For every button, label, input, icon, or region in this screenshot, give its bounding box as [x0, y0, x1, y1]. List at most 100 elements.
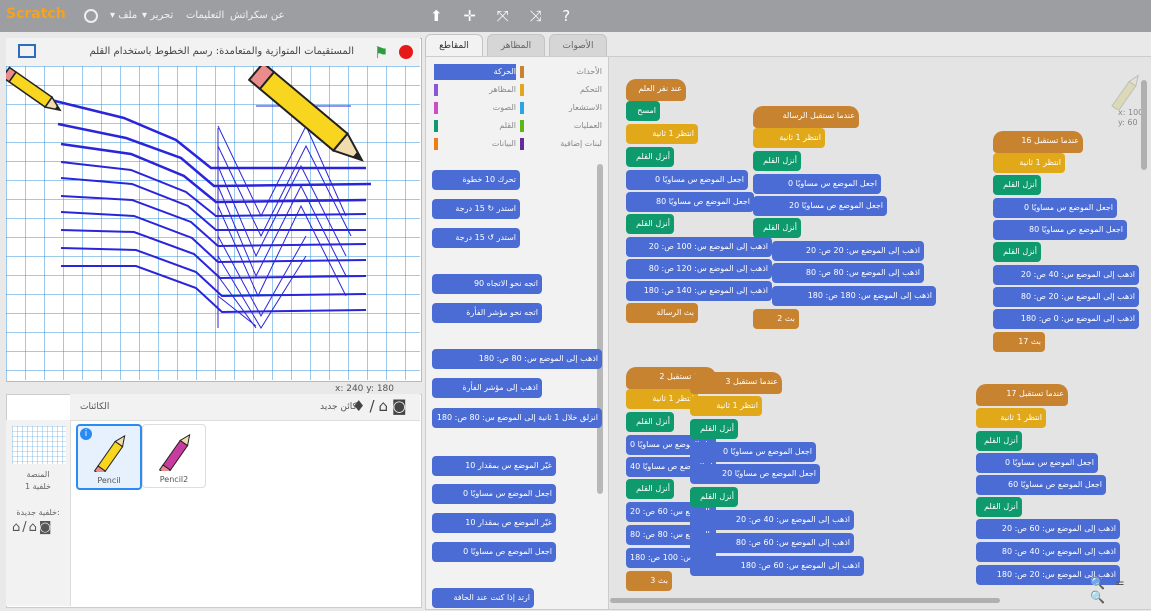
script-block[interactable]: اذهب إلى الموضع س: 20 ص: 20	[772, 241, 924, 261]
category-events[interactable]: الأحداث	[520, 64, 602, 80]
category-control[interactable]: التحكم	[520, 82, 602, 98]
script-block[interactable]: أنزل القلم	[626, 412, 674, 432]
green-flag-icon[interactable]: ⚑	[374, 43, 388, 62]
palette-block[interactable]: تحرك 10 خطوة	[432, 170, 520, 190]
scripts-horizontal-scrollbar[interactable]	[610, 598, 1000, 603]
script-block[interactable]: اذهب إلى الموضع س: 60 ص: 180	[690, 556, 864, 576]
category-more-blocks[interactable]: لبنات إضافية	[520, 136, 602, 152]
palette-block[interactable]: اتجه نحو الاتجاه 90	[432, 274, 542, 294]
script-block[interactable]: أنزل القلم	[753, 151, 801, 171]
stage-thumbnail[interactable]	[12, 426, 66, 464]
script-block[interactable]: اذهب إلى الموضع س: 100 ص: 20	[626, 237, 772, 257]
category-operators[interactable]: العمليات	[520, 118, 602, 134]
script-block[interactable]: اجعل الموضع ص مساويًا 80	[993, 220, 1127, 240]
script-block[interactable]: انتظر 1 ثانية	[626, 124, 698, 144]
palette-scrollbar[interactable]	[597, 164, 603, 494]
script-block[interactable]: بث الرسالة	[626, 303, 698, 323]
script-block[interactable]: عند نقر العلم	[626, 79, 686, 101]
stage-canvas[interactable]	[6, 66, 420, 380]
palette-block[interactable]: استدر ↻ 15 درجة	[432, 199, 520, 219]
script-block[interactable]: أنزل القلم	[690, 419, 738, 439]
scripts-vertical-scrollbar[interactable]	[1141, 80, 1147, 170]
script-block[interactable]: اذهب إلى الموضع س: 60 ص: 20	[976, 519, 1120, 539]
script-block[interactable]: أنزل القلم	[753, 218, 801, 238]
palette-block[interactable]: غيّر الموضع س بمقدار 10	[432, 456, 556, 476]
menu-edit[interactable]: ▾ تحرير	[142, 10, 173, 21]
script-block[interactable]: أنزل القلم	[626, 479, 674, 499]
script-block[interactable]: أنزل القلم	[993, 175, 1041, 195]
sprite-tile-pencil2[interactable]: Pencil2	[142, 424, 206, 488]
menu-tips[interactable]: التعليمات	[186, 10, 224, 21]
tab-sounds[interactable]: الأصوات	[549, 34, 607, 56]
menu-file[interactable]: ▾ ملف	[110, 10, 137, 21]
script-block[interactable]: اذهب إلى الموضع س: 20 ص: 80	[993, 287, 1139, 307]
tab-costumes[interactable]: المظاهر	[487, 34, 545, 56]
palette-block[interactable]: اذهب إلى الموضع س: 80 ص: 180	[432, 349, 602, 369]
script-block[interactable]: اجعل الموضع ص مساويًا 80	[626, 192, 754, 212]
script-block[interactable]: اجعل الموضع ص مساويًا 60	[976, 475, 1106, 495]
script-block[interactable]: اجعل الموضع ص مساويًا 20	[690, 464, 820, 484]
script-block[interactable]: عندما تستقبل 3	[690, 372, 782, 394]
palette-block[interactable]: اذهب إلى مؤشر الفأرة	[432, 378, 542, 398]
script-block[interactable]: عندما تستقبل الرسالة	[753, 106, 859, 128]
script-block[interactable]: بث 2	[753, 309, 799, 329]
palette-block[interactable]: اجعل الموضع ص مساويًا 0	[432, 542, 556, 562]
script-block[interactable]: أنزل القلم	[690, 487, 738, 507]
stop-icon[interactable]	[399, 45, 413, 59]
category-motion[interactable]: الحركة	[434, 64, 516, 80]
script-block[interactable]: اجعل الموضع ص مساويًا 20	[753, 196, 887, 216]
zoom-controls[interactable]: 🔍 = 🔍	[1090, 576, 1151, 604]
palette-block[interactable]: ارتد إذا كنت عند الحافة	[432, 588, 534, 608]
script-block[interactable]: اجعل الموضع س مساويًا 0	[626, 170, 748, 190]
tab-scripts[interactable]: المقاطع البرمجية	[425, 34, 483, 73]
script-block[interactable]: اجعل الموضع س مساويًا 0	[976, 453, 1098, 473]
scratch-logo[interactable]: Scratch	[6, 6, 66, 22]
palette-block[interactable]: انزلق خلال 1 ثانية إلى الموضع س: 80 ص: 1…	[432, 408, 602, 428]
script-block[interactable]: انتظر 1 ثانية	[626, 389, 698, 409]
script-block[interactable]: عندما تستقبل 16	[993, 131, 1083, 153]
script-block[interactable]: اذهب إلى الموضع س: 140 ص: 180	[626, 281, 772, 301]
script-block[interactable]: أنزل القلم	[993, 242, 1041, 262]
script-block[interactable]: اذهب إلى الموضع س: 80 ص: 80	[772, 263, 924, 283]
script-block[interactable]: اذهب إلى الموضع س: 40 ص: 80	[976, 542, 1120, 562]
script-block[interactable]: بث 3	[626, 571, 672, 591]
script-block[interactable]: اذهب إلى الموضع س: 40 ص: 20	[993, 265, 1139, 285]
info-icon[interactable]: i	[80, 428, 92, 440]
script-block[interactable]: امسح	[626, 101, 660, 121]
project-title[interactable]: المستقيمات المتوازية والمتعامدة: رسم الخ…	[54, 46, 354, 57]
palette-block[interactable]: اتجه نحو مؤشر الفأرة	[432, 303, 542, 323]
category-sensing[interactable]: الاستشعار	[520, 100, 602, 116]
palette-block[interactable]: اجعل الموضع س مساويًا 0	[432, 484, 556, 504]
fullscreen-icon[interactable]	[18, 44, 36, 58]
new-sprite-tools[interactable]: ♦/⌂◙	[352, 397, 411, 415]
language-globe-icon[interactable]	[84, 9, 98, 23]
script-block[interactable]: انتظر 1 ثانية	[753, 128, 825, 148]
script-block[interactable]: اجعل الموضع س مساويًا 0	[993, 198, 1117, 218]
category-looks[interactable]: المظاهر	[434, 82, 516, 98]
palette-block[interactable]: غيّر الموضع ص بمقدار 10	[432, 513, 556, 533]
category-data[interactable]: البيانات	[434, 136, 516, 152]
new-backdrop-tools[interactable]: ⌂/⌂◙	[12, 520, 54, 535]
category-sound[interactable]: الصوت	[434, 100, 516, 116]
script-block[interactable]: بث 17	[993, 332, 1045, 352]
script-block[interactable]: اذهب إلى الموضع س: 60 ص: 80	[690, 533, 854, 553]
script-block[interactable]: أنزل القلم	[976, 497, 1022, 517]
menu-about[interactable]: عن سكراتش	[230, 10, 285, 21]
script-block[interactable]: اذهب إلى الموضع س: 40 ص: 20	[690, 510, 854, 530]
script-block[interactable]: أنزل القلم	[626, 147, 674, 167]
palette-block[interactable]: استدر ↺ 15 درجة	[432, 228, 520, 248]
script-block[interactable]: أنزل القلم	[626, 214, 674, 234]
script-block[interactable]: انتظر 1 ثانية	[993, 153, 1065, 173]
script-block[interactable]: أنزل القلم	[976, 431, 1022, 451]
sprite-tile-pencil[interactable]: i Pencil	[76, 424, 142, 490]
script-block[interactable]: انتظر 1 ثانية	[690, 396, 762, 416]
script-block[interactable]: اذهب إلى الموضع س: 0 ص: 180	[993, 309, 1139, 329]
script-block[interactable]: اذهب إلى الموضع س: 120 ص: 80	[626, 259, 772, 279]
category-pen[interactable]: القلم	[434, 118, 516, 134]
script-block[interactable]: انتظر 1 ثانية	[976, 408, 1046, 428]
script-block[interactable]: اجعل الموضع س مساويًا 0	[753, 174, 881, 194]
script-block[interactable]: اجعل الموضع س مساويًا 0	[690, 442, 816, 462]
script-block[interactable]: عندما تستقبل 17	[976, 384, 1068, 406]
script-block[interactable]: اذهب إلى الموضع س: 180 ص: 180	[772, 286, 936, 306]
stage-toolbar-icons[interactable]: ⬆ ✛ ⤧ ⤨ ?	[430, 7, 578, 25]
